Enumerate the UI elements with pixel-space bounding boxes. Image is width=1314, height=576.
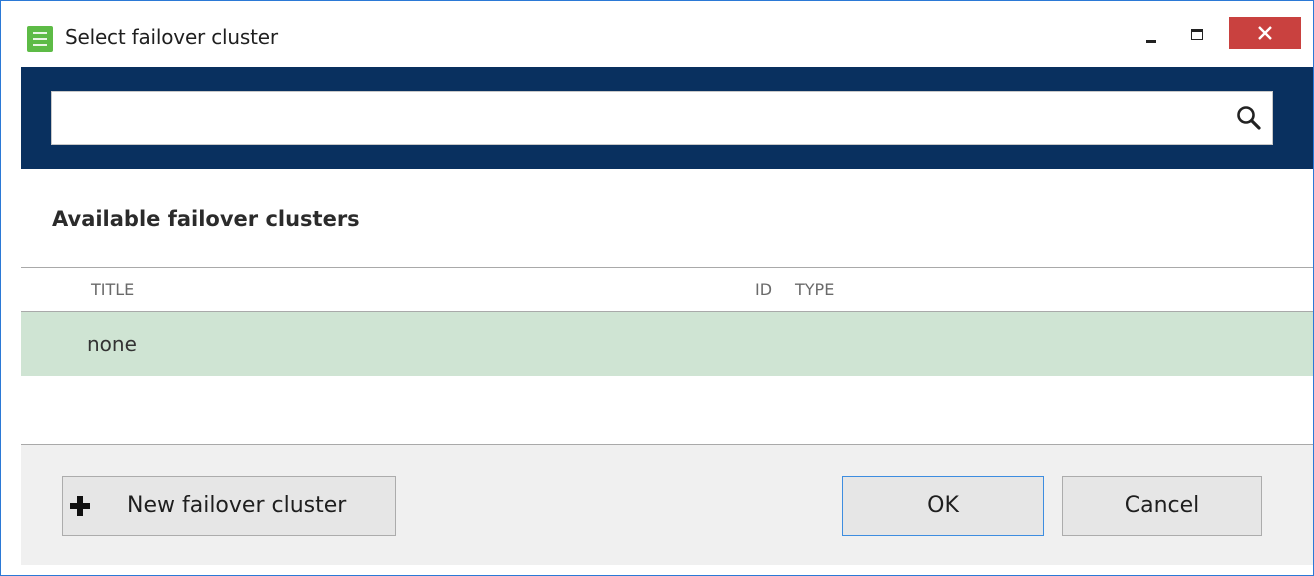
list-app-icon	[27, 26, 53, 52]
new-failover-cluster-button[interactable]: New failover cluster	[62, 476, 396, 536]
table-row[interactable]: none	[21, 312, 1313, 376]
cancel-button[interactable]: Cancel	[1062, 476, 1262, 536]
close-button[interactable]	[1229, 17, 1301, 49]
dialog-window: Select failover cluster Available failov…	[0, 0, 1314, 576]
maximize-button[interactable]	[1177, 19, 1217, 57]
maximize-icon	[1191, 29, 1203, 40]
section-title: Available failover clusters	[52, 207, 360, 231]
minimize-button[interactable]	[1131, 19, 1171, 57]
title-bar[interactable]: Select failover cluster	[1, 1, 1313, 67]
minimize-icon	[1146, 40, 1156, 43]
dialog-footer: New failover cluster OK Cancel	[21, 445, 1313, 565]
search-bar	[21, 67, 1313, 169]
ok-button-label: OK	[927, 493, 959, 518]
row-title-cell: none	[87, 332, 137, 356]
window-title: Select failover cluster	[65, 25, 278, 49]
column-header-type[interactable]: TYPE	[795, 280, 834, 299]
plus-icon	[70, 496, 90, 516]
search-icon[interactable]	[1236, 105, 1262, 131]
column-header-title[interactable]: TITLE	[91, 280, 134, 299]
column-header-id[interactable]: ID	[755, 280, 772, 299]
close-icon	[1258, 26, 1272, 40]
table-header: TITLE ID TYPE	[21, 268, 1313, 312]
search-input[interactable]	[60, 98, 1224, 140]
search-box[interactable]	[51, 91, 1273, 145]
ok-button[interactable]: OK	[842, 476, 1044, 536]
cancel-button-label: Cancel	[1124, 493, 1200, 518]
new-button-label: New failover cluster	[127, 493, 347, 518]
clusters-table: TITLE ID TYPE none	[21, 267, 1313, 445]
